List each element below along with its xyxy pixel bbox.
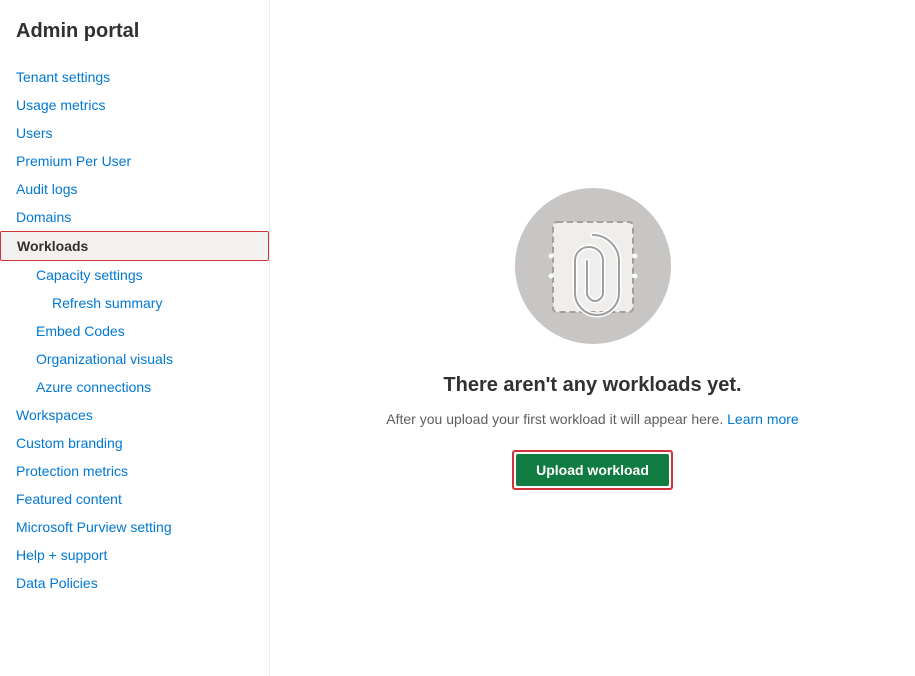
sidebar-link-users[interactable]: Users — [0, 119, 269, 147]
sidebar-link-audit-logs[interactable]: Audit logs — [0, 175, 269, 203]
sidebar-item-embed-codes[interactable]: Embed Codes — [0, 317, 269, 345]
workload-illustration — [513, 186, 673, 346]
sidebar-link-protection-metrics[interactable]: Protection metrics — [0, 457, 269, 485]
sidebar-link-embed-codes[interactable]: Embed Codes — [0, 317, 269, 345]
empty-description: After you upload your first workload it … — [386, 409, 798, 430]
sidebar-link-help-support[interactable]: Help + support — [0, 541, 269, 569]
sidebar-item-data-policies[interactable]: Data Policies — [0, 569, 269, 597]
empty-state: There aren't any workloads yet. After yo… — [386, 186, 798, 490]
sidebar-item-refresh-summary[interactable]: Refresh summary — [0, 289, 269, 317]
sidebar-link-workloads[interactable]: Workloads — [0, 231, 269, 261]
sidebar-item-workloads[interactable]: Workloads — [0, 231, 269, 261]
sidebar-nav: Tenant settingsUsage metricsUsersPremium… — [0, 63, 269, 597]
sidebar-link-data-policies[interactable]: Data Policies — [0, 569, 269, 597]
sidebar-item-users[interactable]: Users — [0, 119, 269, 147]
main-content: There aren't any workloads yet. After yo… — [270, 0, 915, 676]
sidebar-item-organizational-visuals[interactable]: Organizational visuals — [0, 345, 269, 373]
sidebar-item-audit-logs[interactable]: Audit logs — [0, 175, 269, 203]
sidebar-item-microsoft-purview[interactable]: Microsoft Purview setting — [0, 513, 269, 541]
sidebar-item-capacity-settings[interactable]: Capacity settings — [0, 261, 269, 289]
upload-button-wrapper: Upload workload — [512, 450, 673, 490]
sidebar-item-protection-metrics[interactable]: Protection metrics — [0, 457, 269, 485]
sidebar-link-domains[interactable]: Domains — [0, 203, 269, 231]
sidebar-item-domains[interactable]: Domains — [0, 203, 269, 231]
sidebar-item-tenant-settings[interactable]: Tenant settings — [0, 63, 269, 91]
sidebar-item-premium-per-user[interactable]: Premium Per User — [0, 147, 269, 175]
sidebar-link-tenant-settings[interactable]: Tenant settings — [0, 63, 269, 91]
sidebar-item-featured-content[interactable]: Featured content — [0, 485, 269, 513]
sidebar-item-azure-connections[interactable]: Azure connections — [0, 373, 269, 401]
sidebar-link-azure-connections[interactable]: Azure connections — [0, 373, 269, 401]
sidebar-link-custom-branding[interactable]: Custom branding — [0, 429, 269, 457]
sidebar-link-refresh-summary[interactable]: Refresh summary — [0, 289, 269, 317]
sidebar-link-workspaces[interactable]: Workspaces — [0, 401, 269, 429]
sidebar-item-help-support[interactable]: Help + support — [0, 541, 269, 569]
sidebar-link-usage-metrics[interactable]: Usage metrics — [0, 91, 269, 119]
app-container: Admin portal Tenant settingsUsage metric… — [0, 0, 915, 676]
sidebar-item-usage-metrics[interactable]: Usage metrics — [0, 91, 269, 119]
empty-title: There aren't any workloads yet. — [443, 374, 741, 397]
sidebar-link-microsoft-purview[interactable]: Microsoft Purview setting — [0, 513, 269, 541]
sidebar-item-custom-branding[interactable]: Custom branding — [0, 429, 269, 457]
sidebar-link-capacity-settings[interactable]: Capacity settings — [0, 261, 269, 289]
sidebar-link-featured-content[interactable]: Featured content — [0, 485, 269, 513]
sidebar-link-organizational-visuals[interactable]: Organizational visuals — [0, 345, 269, 373]
sidebar-link-premium-per-user[interactable]: Premium Per User — [0, 147, 269, 175]
sidebar-title: Admin portal — [0, 20, 269, 63]
learn-more-link[interactable]: Learn more — [727, 411, 799, 427]
upload-workload-button[interactable]: Upload workload — [516, 454, 669, 486]
sidebar: Admin portal Tenant settingsUsage metric… — [0, 0, 270, 676]
sidebar-item-workspaces[interactable]: Workspaces — [0, 401, 269, 429]
